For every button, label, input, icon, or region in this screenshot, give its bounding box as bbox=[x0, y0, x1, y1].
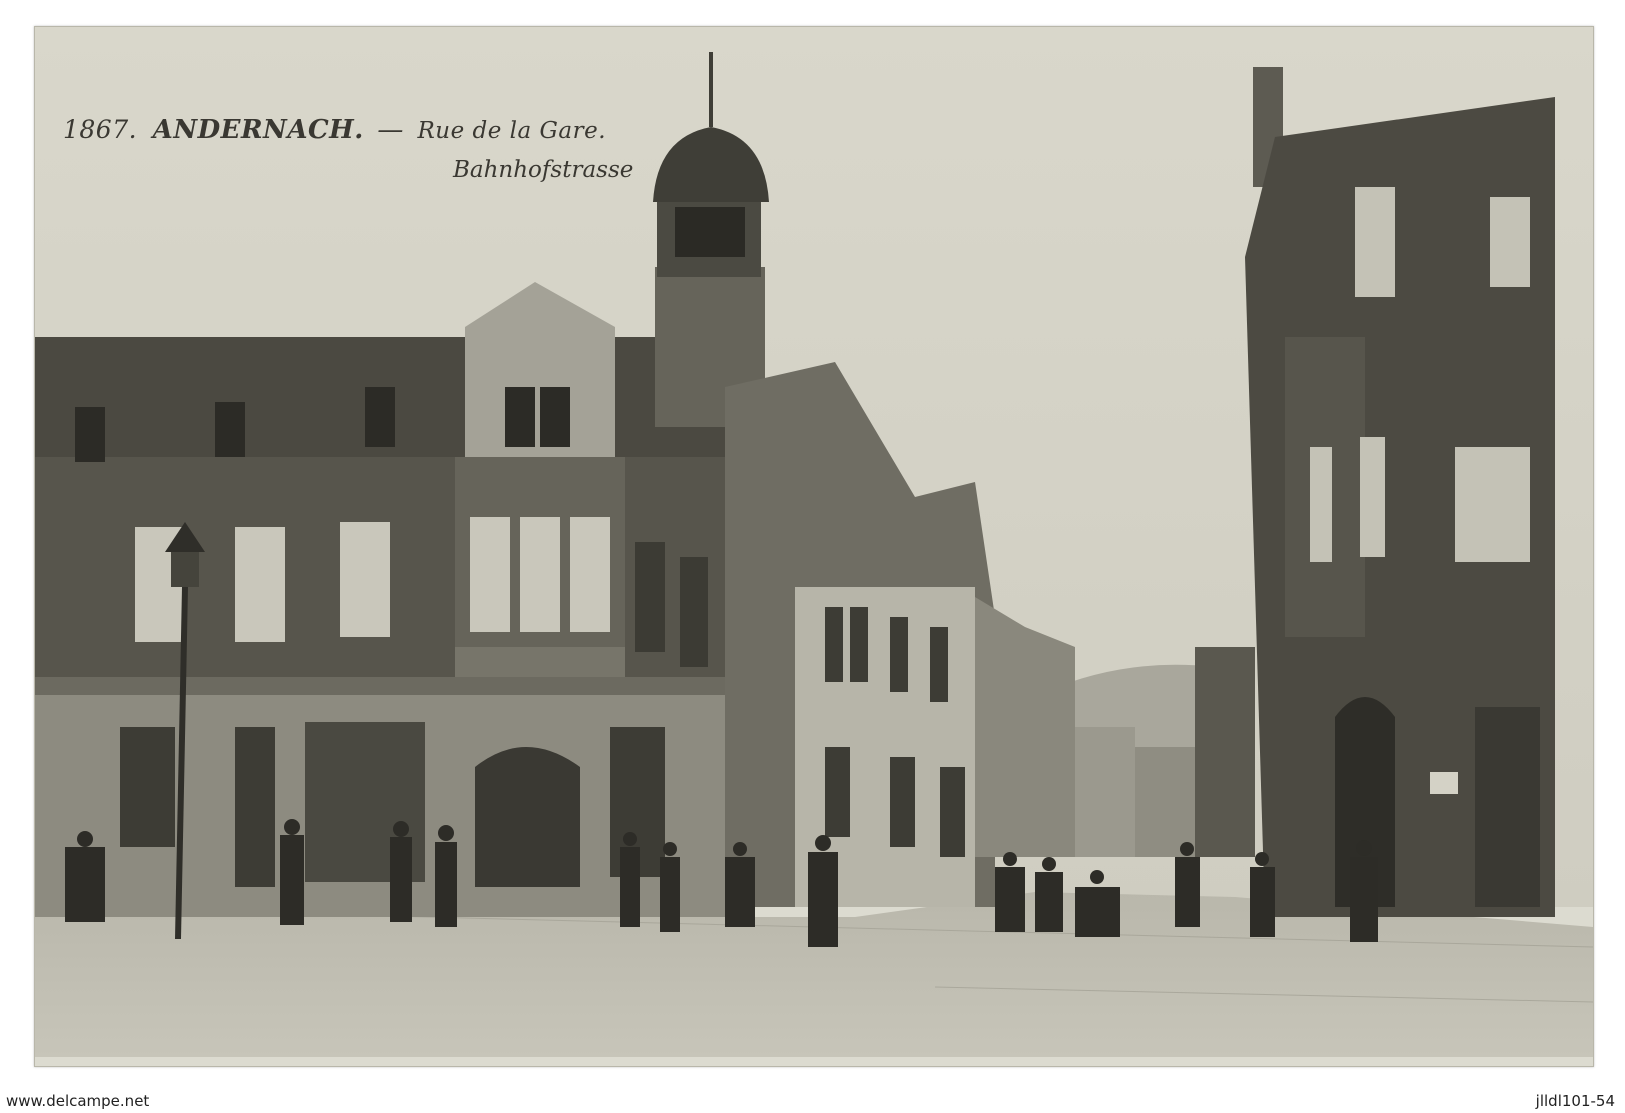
street-name-german: Bahnhofstrasse bbox=[453, 157, 634, 183]
item-reference: jlldl101-54 bbox=[1535, 1092, 1615, 1110]
street-scene-drawing bbox=[35, 27, 1593, 1057]
postcard: 1867. ANDERNACH. — Rue de la Gare. Bahnh… bbox=[34, 26, 1594, 1067]
delcampe-link[interactable]: www.delcampe.net bbox=[6, 1092, 149, 1110]
town-name: ANDERNACH. bbox=[152, 115, 364, 145]
street-photograph bbox=[35, 27, 1593, 1057]
caption-dash: — bbox=[377, 115, 404, 145]
postcard-number: 1867. bbox=[63, 115, 138, 144]
page-footer: www.delcampe.net jlldl101-54 bbox=[0, 1088, 1625, 1113]
postcard-caption: 1867. ANDERNACH. — Rue de la Gare. bbox=[63, 115, 606, 145]
corner-building-right bbox=[1245, 67, 1555, 917]
street-name-french: Rue de la Gare. bbox=[417, 118, 607, 144]
corner-building-left bbox=[35, 282, 735, 917]
